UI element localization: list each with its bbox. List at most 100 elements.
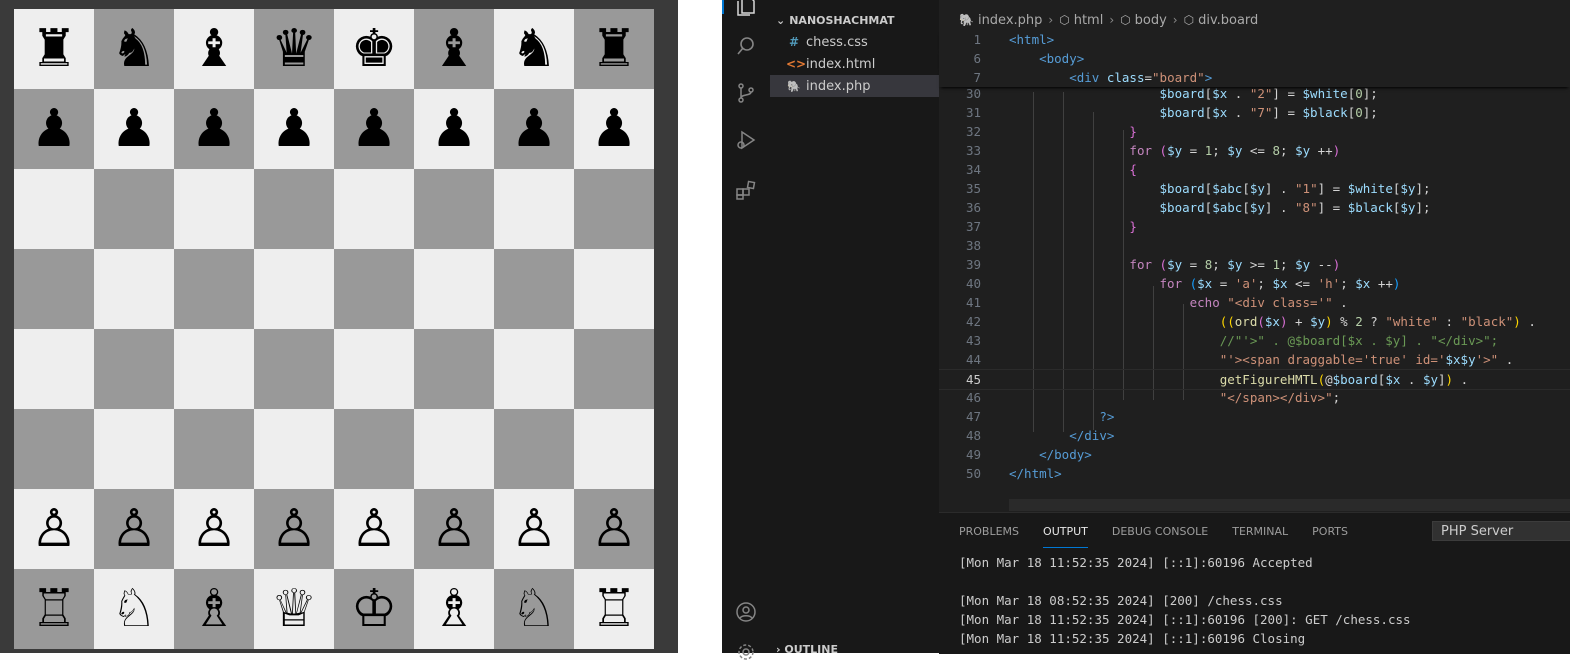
chess-piece[interactable]: ♝ [431,23,478,75]
chess-piece[interactable]: ♟ [271,103,318,155]
board-square[interactable]: ♛ [254,9,334,89]
board-square[interactable]: ♙ [94,489,174,569]
chess-piece[interactable]: ♖ [591,583,638,635]
board-square[interactable] [174,329,254,409]
code-editor[interactable]: 🐘 index.php › ⬡ html › ⬡ body › ⬡ div.board 30 $bo… [939,0,1570,512]
panel-tab[interactable]: DEBUG CONSOLE [1112,523,1208,547]
chess-piece[interactable]: ♟ [591,103,638,155]
board-square[interactable]: ♘ [494,569,574,649]
code-line[interactable]: 35 $board[$abc[$y] . "1"] = $white[$y]; [939,179,1570,198]
chess-piece[interactable]: ♟ [431,103,478,155]
search-icon[interactable] [722,26,770,66]
board-square[interactable] [574,169,654,249]
explorer-folder-header[interactable]: ⌄ NANOSHACHMAT [776,12,895,28]
board-square[interactable]: ♙ [14,489,94,569]
board-square[interactable] [574,249,654,329]
code-line[interactable]: 1 <html> [939,30,1570,49]
code-line[interactable]: 40 for ($x = 'a'; $x <= 'h'; $x ++) [939,274,1570,293]
board-square[interactable]: ♟ [414,89,494,169]
code-line[interactable]: 46 "</span></div>"; [939,388,1570,407]
chess-piece[interactable]: ♙ [271,503,318,555]
board-square[interactable] [254,409,334,489]
board-square[interactable]: ♖ [14,569,94,649]
board-square[interactable] [254,329,334,409]
panel-tab[interactable]: TERMINAL [1232,523,1288,547]
breadcrumb-item[interactable]: div.board [1198,13,1258,28]
board-square[interactable]: ♙ [494,489,574,569]
settings-gear-icon[interactable] [722,632,770,672]
chess-piece[interactable]: ♟ [511,103,558,155]
breadcrumb-item[interactable]: body [1135,13,1167,28]
code-line[interactable]: 36 $board[$abc[$y] . "8"] = $black[$y]; [939,198,1570,217]
panel-tab[interactable]: PROBLEMS [959,523,1019,547]
code-line[interactable]: 39 for ($y = 8; $y >= 1; $y --) [939,255,1570,274]
code-line[interactable]: 47 ?> [939,407,1570,426]
chess-piece[interactable]: ♘ [511,583,558,635]
board-square[interactable]: ♚ [334,9,414,89]
board-square[interactable]: ♞ [94,9,174,89]
code-line[interactable]: 48 </div> [939,426,1570,445]
chess-piece[interactable]: ♙ [591,503,638,555]
board-square[interactable]: ♜ [574,9,654,89]
board-square[interactable]: ♙ [174,489,254,569]
board-square[interactable] [334,169,414,249]
code-line[interactable]: 45 getFigureHMTL(@$board[$x . $y]) . [939,369,1570,390]
board-square[interactable] [174,169,254,249]
code-line[interactable]: 41 echo "<div class='" . [939,293,1570,312]
chess-piece[interactable]: ♛ [271,23,318,75]
board-square[interactable]: ♝ [174,9,254,89]
file-item[interactable]: # chess.css [770,31,939,53]
board-square[interactable] [414,329,494,409]
board-square[interactable] [494,169,574,249]
board-square[interactable]: ♟ [174,89,254,169]
code-line[interactable]: 38 [939,236,1570,255]
code-line[interactable]: 43 //"'>" . @$board[$x . $y] . "</div>"; [939,331,1570,350]
source-control-icon[interactable] [722,73,770,113]
chess-piece[interactable]: ♟ [31,103,78,155]
board-square[interactable] [494,249,574,329]
board-square[interactable]: ♟ [14,89,94,169]
explorer-icon[interactable] [722,0,770,26]
board-square[interactable] [414,169,494,249]
board-square[interactable] [254,249,334,329]
board-square[interactable] [94,169,174,249]
board-square[interactable]: ♟ [94,89,174,169]
board-square[interactable] [94,329,174,409]
chess-piece[interactable]: ♚ [351,23,398,75]
chess-piece[interactable]: ♞ [111,23,158,75]
chess-piece[interactable]: ♙ [191,503,238,555]
chess-piece[interactable]: ♙ [31,503,78,555]
board-square[interactable] [334,329,414,409]
board-square[interactable] [334,249,414,329]
board-square[interactable] [414,249,494,329]
board-square[interactable]: ♝ [414,9,494,89]
code-line[interactable]: 37 } [939,217,1570,236]
output-channel-select[interactable]: PHP Server [1432,521,1570,541]
board-square[interactable] [14,169,94,249]
chess-piece[interactable]: ♙ [111,503,158,555]
outline-header[interactable]: › OUTLINE [776,643,838,656]
panel-tab[interactable]: OUTPUT [1043,523,1088,548]
chess-piece[interactable]: ♙ [351,503,398,555]
chess-piece[interactable]: ♙ [431,503,478,555]
board-square[interactable] [494,409,574,489]
board-square[interactable] [14,249,94,329]
board-square[interactable]: ♗ [414,569,494,649]
extensions-icon[interactable] [722,170,770,210]
code-line[interactable]: 49 </body> [939,445,1570,464]
board-square[interactable] [494,329,574,409]
board-square[interactable]: ♖ [574,569,654,649]
chess-piece[interactable]: ♟ [111,103,158,155]
board-square[interactable] [574,409,654,489]
chess-piece[interactable]: ♘ [111,583,158,635]
board-square[interactable] [174,249,254,329]
board-square[interactable]: ♟ [334,89,414,169]
code-line[interactable]: 44 "'><span draggable='true' id='$x$y'>"… [939,350,1570,369]
chess-piece[interactable]: ♝ [191,23,238,75]
chess-piece[interactable]: ♗ [191,583,238,635]
board-square[interactable]: ♟ [494,89,574,169]
code-line[interactable]: 6 <body> [939,49,1570,68]
board-square[interactable]: ♙ [334,489,414,569]
board-square[interactable] [14,329,94,409]
chess-piece[interactable]: ♕ [271,583,318,635]
